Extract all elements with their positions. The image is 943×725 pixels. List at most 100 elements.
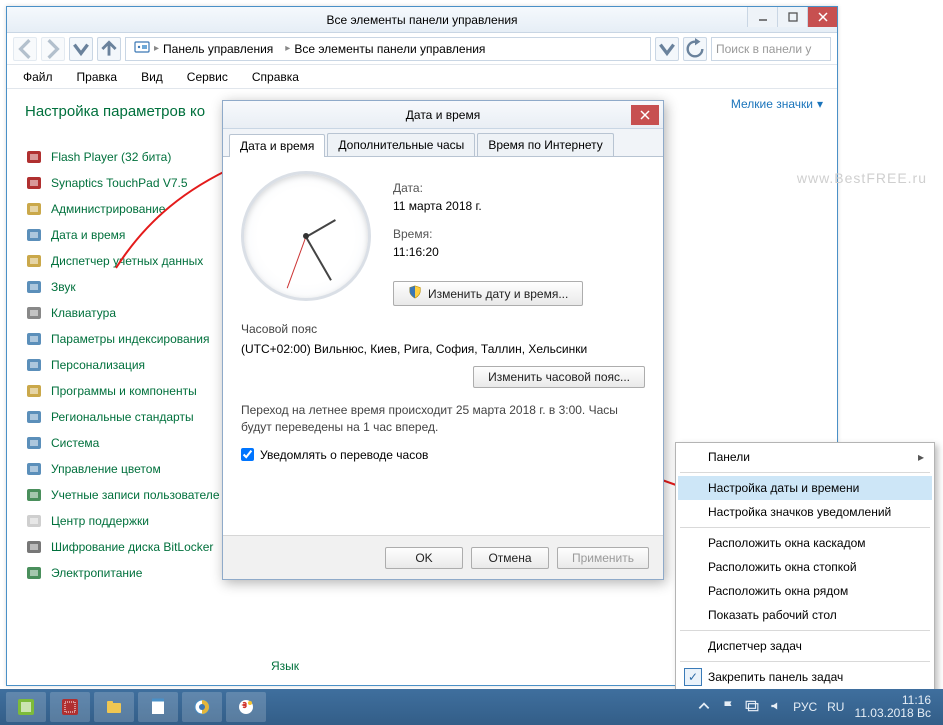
taskbar-app-4[interactable] xyxy=(138,692,178,722)
notify-dst-label: Уведомлять о переводе часов xyxy=(260,448,428,462)
ok-button[interactable]: OK xyxy=(385,547,463,569)
chevron-down-icon: ▾ xyxy=(817,97,823,111)
menu-separator xyxy=(680,527,930,528)
notify-dst-checkbox[interactable]: Уведомлять о переводе часов xyxy=(241,448,645,462)
context-menu-item[interactable]: Панели xyxy=(678,445,932,469)
cp-item[interactable]: 字 Язык xyxy=(263,659,299,673)
control-panel-icon xyxy=(134,39,150,58)
context-menu-item[interactable]: Диспетчер задач xyxy=(678,634,932,658)
cancel-label: Отмена xyxy=(488,551,531,565)
dt-title: Дата и время xyxy=(406,108,480,122)
refresh-button[interactable] xyxy=(683,37,707,61)
taskbar-app-6[interactable] xyxy=(226,692,266,722)
context-menu-item[interactable]: ✓Закрепить панель задач xyxy=(678,665,932,689)
cp-item-icon xyxy=(25,434,43,452)
close-button[interactable] xyxy=(807,7,837,27)
dst-note: Переход на летнее время происходит 25 ма… xyxy=(241,402,645,436)
context-menu-label: Диспетчер задач xyxy=(708,639,802,653)
tray-date: 11.03.2018 Вс xyxy=(854,707,931,720)
cp-item-icon xyxy=(25,278,43,296)
tray-network-icon[interactable] xyxy=(745,699,759,716)
cp-item-label: Региональные стандарты xyxy=(51,410,194,424)
context-menu-item[interactable]: Расположить окна рядом xyxy=(678,579,932,603)
context-menu-label: Закрепить панель задач xyxy=(708,670,843,684)
context-menu-item[interactable]: Настройка даты и времени xyxy=(678,476,932,500)
menu-view[interactable]: Вид xyxy=(131,68,173,86)
search-input[interactable]: Поиск в панели у xyxy=(711,37,831,61)
nav-history-button[interactable] xyxy=(69,37,93,61)
cp-item-icon xyxy=(25,174,43,192)
timezone-header: Часовой пояс xyxy=(241,322,645,336)
cp-item-icon xyxy=(25,252,43,270)
cp-item-label: Электропитание xyxy=(51,566,142,580)
context-menu-label: Настройка значков уведомлений xyxy=(708,505,891,519)
change-datetime-button[interactable]: Изменить дату и время... xyxy=(393,281,583,306)
breadcrumb-root[interactable]: ▸ Панель управления xyxy=(130,39,277,58)
menu-file[interactable]: Файл xyxy=(13,68,63,86)
context-menu-item[interactable]: Показать рабочий стол xyxy=(678,603,932,627)
context-menu-label: Расположить окна каскадом xyxy=(708,536,866,550)
tab-datetime[interactable]: Дата и время xyxy=(229,134,325,157)
context-menu-label: Настройка даты и времени xyxy=(708,481,859,495)
tray-up-icon[interactable] xyxy=(697,699,711,716)
menu-tools[interactable]: Сервис xyxy=(177,68,238,86)
taskbar-app-3[interactable] xyxy=(94,692,134,722)
menu-separator xyxy=(680,661,930,662)
cp-item-icon xyxy=(25,148,43,166)
maximize-button[interactable] xyxy=(777,7,807,27)
nav-back-button[interactable] xyxy=(13,37,37,61)
cp-item-icon xyxy=(25,512,43,530)
dropdown-button[interactable] xyxy=(655,37,679,61)
breadcrumb[interactable]: ▸ Панель управления ▸ Все элементы панел… xyxy=(125,37,651,61)
view-label: Мелкие значки xyxy=(731,97,813,111)
cp-item-icon xyxy=(25,538,43,556)
taskbar-app-2[interactable] xyxy=(50,692,90,722)
cp-item-label: Персонализация xyxy=(51,358,145,372)
notify-dst-input[interactable] xyxy=(241,448,254,461)
cp-item-icon xyxy=(25,460,43,478)
breadcrumb-sub[interactable]: ▸ Все элементы панели управления xyxy=(281,42,489,56)
chevron-right-icon: ▸ xyxy=(154,43,159,54)
minimize-button[interactable] xyxy=(747,7,777,27)
change-timezone-button[interactable]: Изменить часовой пояс... xyxy=(473,366,645,388)
tray-clock[interactable]: 11:16 11.03.2018 Вс xyxy=(854,694,931,720)
tray-flag-icon[interactable] xyxy=(721,699,735,716)
taskbar-app-1[interactable] xyxy=(6,692,46,722)
cp-title: Все элементы панели управления xyxy=(326,13,517,27)
cp-item-label: Звук xyxy=(51,280,76,294)
dt-close-button[interactable] xyxy=(631,105,659,125)
cp-item-icon xyxy=(25,382,43,400)
tab-internet-time[interactable]: Время по Интернету xyxy=(477,133,613,156)
cp-item-label: Клавиатура xyxy=(51,306,116,320)
cp-item-label: Программы и компоненты xyxy=(51,384,197,398)
menu-separator xyxy=(680,472,930,473)
taskbar-context-menu: Панели Настройка даты и времени Настройка … xyxy=(675,442,935,716)
context-menu-item[interactable]: Настройка значков уведомлений xyxy=(678,500,932,524)
view-selector[interactable]: Мелкие значки ▾ xyxy=(731,97,823,111)
datetime-dialog: Дата и время Дата и время Дополнительные… xyxy=(222,100,664,580)
tray-lang2[interactable]: RU xyxy=(827,700,844,714)
tray-lang1[interactable]: РУС xyxy=(793,700,817,714)
cancel-button[interactable]: Отмена xyxy=(471,547,549,569)
taskbar-app-5[interactable] xyxy=(182,692,222,722)
menu-separator xyxy=(680,630,930,631)
context-menu-item[interactable]: Расположить окна каскадом xyxy=(678,531,932,555)
context-menu-item[interactable]: Расположить окна стопкой xyxy=(678,555,932,579)
cp-menubar: Файл Правка Вид Сервис Справка xyxy=(7,65,837,89)
nav-forward-button[interactable] xyxy=(41,37,65,61)
cp-item-label: Flash Player (32 бита) xyxy=(51,150,171,164)
search-placeholder: Поиск в панели у xyxy=(716,42,811,56)
cp-item-icon xyxy=(25,200,43,218)
cp-item-icon xyxy=(25,330,43,348)
menu-edit[interactable]: Правка xyxy=(67,68,128,86)
tab-additional-clocks[interactable]: Дополнительные часы xyxy=(327,133,475,156)
tray-volume-icon[interactable] xyxy=(769,699,783,716)
cp-item-label: Система xyxy=(51,436,99,450)
cp-item-label: Шифрование диска BitLocker xyxy=(51,540,213,554)
breadcrumb-root-label: Панель управления xyxy=(163,42,273,56)
taskbar[interactable]: РУС RU 11:16 11.03.2018 Вс xyxy=(0,689,943,725)
apply-button[interactable]: Применить xyxy=(557,547,649,569)
nav-up-button[interactable] xyxy=(97,37,121,61)
menu-help[interactable]: Справка xyxy=(242,68,309,86)
change-datetime-label: Изменить дату и время... xyxy=(428,287,568,301)
